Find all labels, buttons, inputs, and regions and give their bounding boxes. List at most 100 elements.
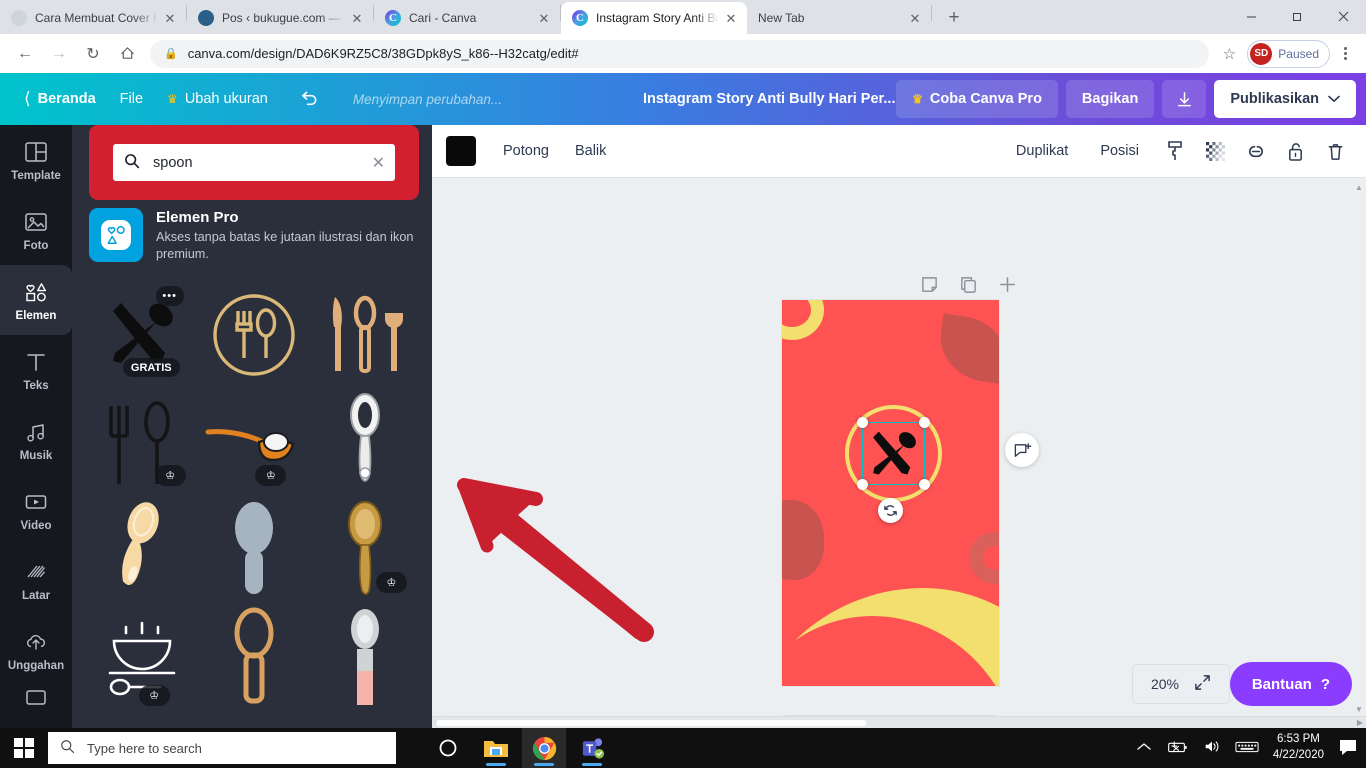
lock-icon[interactable] [1278, 134, 1312, 168]
battery-icon[interactable] [1165, 740, 1189, 757]
resize-handle-bottom-left[interactable] [857, 479, 868, 490]
scroll-right-arrow-icon[interactable]: ▶ [1357, 718, 1363, 727]
minimize-button[interactable] [1228, 0, 1274, 32]
windows-start-icon[interactable] [0, 728, 48, 768]
element-result-4[interactable]: ♔ [200, 389, 309, 494]
element-result-7[interactable] [200, 496, 309, 601]
browser-tab-3-active[interactable]: C Instagram Story Anti Bully Hari ✕ [561, 2, 747, 34]
notification-icon[interactable] [1338, 738, 1358, 759]
element-result-0[interactable]: ••• GRATIS [89, 282, 198, 387]
try-canva-pro-button[interactable]: ♛ Coba Canva Pro [896, 80, 1058, 118]
chrome-menu-icon[interactable] [1332, 40, 1358, 68]
sidebar-item-latar[interactable]: Latar [0, 545, 72, 615]
home-button[interactable]: ⟨ Beranda [12, 82, 108, 116]
new-tab-button[interactable]: + [940, 4, 968, 32]
search-input[interactable]: spoon ✕ [113, 144, 395, 181]
sidebar-item-elemen[interactable]: Elemen [0, 265, 72, 335]
element-result-12[interactable] [89, 710, 198, 728]
element-result-9[interactable]: ♔ [89, 603, 198, 708]
file-menu-button[interactable]: File [108, 82, 155, 116]
cortana-circle-icon[interactable] [426, 728, 470, 768]
element-options-icon[interactable]: ••• [156, 286, 184, 306]
notes-icon[interactable] [920, 275, 939, 299]
rotate-icon[interactable] [878, 498, 903, 523]
share-button[interactable]: Bagikan [1066, 80, 1154, 118]
scrollbar-thumb[interactable] [436, 720, 866, 726]
close-window-button[interactable] [1320, 0, 1366, 32]
resize-button[interactable]: ♛ Ubah ukuran [155, 82, 280, 116]
maximize-button[interactable] [1274, 0, 1320, 32]
editor-horizontal-scrollbar[interactable]: ◀ ▶ [432, 716, 1366, 728]
back-arrow-icon[interactable]: ← [10, 39, 40, 69]
selected-element-box[interactable] [862, 422, 925, 485]
taskbar-clock[interactable]: 6:53 PM 4/22/2020 [1273, 732, 1324, 763]
scroll-down-arrow-icon[interactable]: ▼ [1355, 705, 1363, 714]
link-icon[interactable] [1238, 134, 1272, 168]
help-button[interactable]: Bantuan ? [1230, 662, 1352, 706]
element-result-2[interactable] [310, 282, 419, 387]
crop-button[interactable]: Potong [490, 134, 562, 168]
transparency-icon[interactable] [1198, 134, 1232, 168]
microsoft-teams-icon[interactable] [570, 728, 614, 768]
taskbar-search-input[interactable]: Type here to search [48, 732, 396, 764]
element-result-14[interactable] [310, 710, 419, 728]
expand-icon[interactable] [1194, 674, 1211, 694]
tab-close-icon[interactable]: ✕ [723, 10, 739, 26]
tab-close-icon[interactable]: ✕ [349, 10, 365, 26]
tab-close-icon[interactable]: ✕ [536, 10, 552, 26]
profile-chip[interactable]: SD Paused [1247, 40, 1330, 68]
element-result-1[interactable] [200, 282, 309, 387]
color-swatch-button[interactable] [446, 136, 476, 166]
download-icon[interactable] [1162, 80, 1206, 118]
sidebar-item-more[interactable] [0, 685, 72, 715]
bookmark-star-icon[interactable]: ☆ [1215, 40, 1243, 68]
resize-handle-top-left[interactable] [857, 417, 868, 428]
element-result-11[interactable] [310, 603, 419, 708]
google-chrome-icon[interactable] [522, 728, 566, 768]
editor-vertical-scrollbar[interactable]: ▲ ▼ [1355, 183, 1364, 728]
element-result-3[interactable]: ♔ [89, 389, 198, 494]
file-explorer-icon[interactable] [474, 728, 518, 768]
element-result-8[interactable]: ♔ [310, 496, 419, 601]
keyboard-icon[interactable] [1235, 740, 1259, 757]
document-title[interactable]: Instagram Story Anti Bully Hari Per... [643, 73, 895, 125]
flip-button[interactable]: Balik [562, 134, 619, 168]
zoom-control[interactable]: 20% [1132, 664, 1230, 704]
sidebar-item-template[interactable]: Template [0, 125, 72, 195]
show-hidden-icons-icon[interactable] [1137, 742, 1151, 755]
position-button[interactable]: Posisi [1087, 134, 1152, 168]
scroll-up-arrow-icon[interactable]: ▲ [1355, 183, 1363, 192]
add-comment-icon[interactable] [1005, 433, 1039, 467]
sidebar-item-video[interactable]: Video [0, 475, 72, 545]
browser-tab-2[interactable]: C Cari - Canva ✕ [374, 2, 560, 34]
duplicate-page-icon[interactable] [959, 275, 978, 299]
sidebar-item-musik[interactable]: Musik [0, 405, 72, 475]
copy-style-icon[interactable] [1158, 134, 1192, 168]
clear-x-icon[interactable]: ✕ [372, 153, 385, 173]
element-result-5[interactable] [310, 389, 419, 494]
element-result-13[interactable] [200, 710, 309, 728]
forward-arrow-icon[interactable]: → [44, 39, 74, 69]
sidebar-item-teks[interactable]: Teks [0, 335, 72, 405]
trash-icon[interactable] [1318, 134, 1352, 168]
publish-button[interactable]: Publikasikan [1214, 80, 1356, 118]
browser-tab-1[interactable]: Pos ‹ bukugue.com — WordPre ✕ [187, 2, 373, 34]
sidebar-item-unggahan[interactable]: Unggahan [0, 615, 72, 685]
elemen-pro-banner[interactable]: Elemen Pro Akses tanpa batas ke jutaan i… [89, 208, 419, 272]
duplicate-button[interactable]: Duplikat [1003, 134, 1081, 168]
resize-handle-bottom-right[interactable] [919, 479, 930, 490]
browser-tab-0[interactable]: Cara Membuat Cover Highligh ✕ [0, 2, 186, 34]
browser-tab-4[interactable]: New Tab ✕ [747, 2, 931, 34]
undo-icon[interactable] [286, 82, 331, 116]
element-result-6[interactable] [89, 496, 198, 601]
tab-close-icon[interactable]: ✕ [907, 10, 923, 26]
address-bar[interactable]: 🔒 canva.com/design/DAD6K9RZ5C8/38GDpk8yS… [150, 40, 1209, 68]
design-canvas-page[interactable] [782, 300, 999, 686]
home-icon[interactable] [112, 39, 142, 69]
volume-icon[interactable] [1203, 739, 1221, 757]
tab-close-icon[interactable]: ✕ [162, 10, 178, 26]
add-page-icon[interactable] [998, 275, 1017, 299]
sidebar-item-foto[interactable]: Foto [0, 195, 72, 265]
reload-icon[interactable]: ↻ [78, 39, 108, 69]
resize-handle-top-right[interactable] [919, 417, 930, 428]
